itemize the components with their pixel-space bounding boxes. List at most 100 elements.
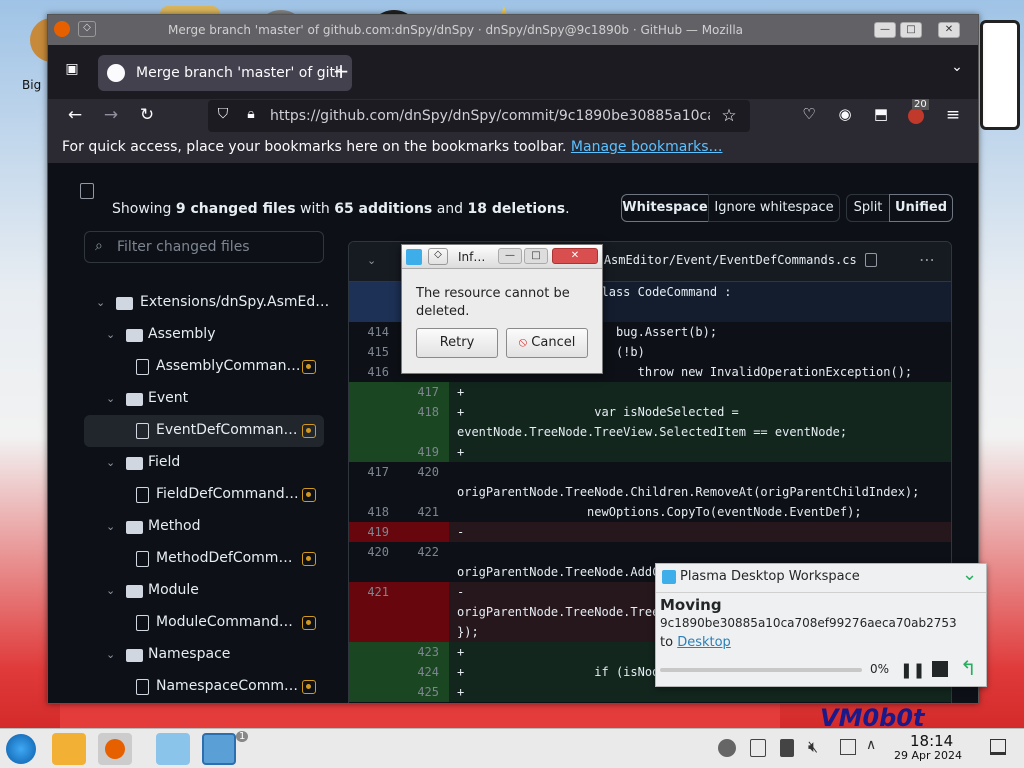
destination-link[interactable]: Desktop	[677, 635, 731, 650]
chevron-down-icon: ⌄	[106, 392, 116, 405]
tree-file[interactable]: MethodDefComm…	[84, 543, 324, 575]
tree-file[interactable]: FieldDefCommand…	[84, 479, 324, 511]
window-titlebar[interactable]: ◇ Merge branch 'master' of github.com:dn…	[48, 15, 978, 45]
notifications-icon[interactable]	[718, 739, 736, 757]
cancel-button[interactable]: ⦸ Cancel	[506, 328, 588, 358]
device-icon[interactable]	[780, 739, 794, 757]
more-options-icon[interactable]: ⋯	[919, 250, 935, 269]
folder-icon	[126, 585, 143, 598]
diff-line: 419-	[349, 522, 951, 542]
dialog-minimize-button[interactable]: —	[498, 248, 522, 264]
tree-folder[interactable]: ⌄ Event	[84, 383, 324, 415]
dialog-maximize-button[interactable]: □	[524, 248, 548, 264]
keep-above-icon[interactable]: ◇	[78, 21, 96, 37]
tree-file[interactable]: EventDefComman…	[84, 415, 324, 447]
new-tab-icon[interactable]: +	[328, 59, 354, 83]
extension-badge: 20	[912, 99, 929, 110]
tree-file[interactable]: ModuleCommand…	[84, 607, 324, 639]
pocket-icon[interactable]: ♡	[796, 105, 822, 123]
tray-expand-icon[interactable]: ∧	[866, 737, 876, 753]
file-tree-toggle-icon[interactable]	[80, 183, 94, 199]
start-menu-icon[interactable]	[6, 734, 36, 764]
clock-time[interactable]: 18:14	[910, 732, 953, 750]
stop-icon[interactable]	[932, 661, 948, 677]
split-view-button[interactable]: Split	[846, 194, 890, 222]
dialog-close-button[interactable]: ✕	[552, 248, 598, 264]
tab-github-commit[interactable]: Merge branch 'master' of github.com:dnSp…	[98, 55, 352, 91]
show-desktop-icon[interactable]	[990, 739, 1006, 755]
url-bar[interactable]: ⛉ 🔒︎ https://github.com/dnSpy/dnSpy/comm…	[208, 100, 750, 132]
file-icon	[136, 359, 149, 375]
keyboard-layout-icon[interactable]	[840, 739, 856, 755]
dialog-titlebar[interactable]: ◇ Inf… — □ ✕	[402, 245, 602, 269]
notification-app: Plasma Desktop Workspace	[680, 569, 860, 584]
extensions-icon[interactable]: ⬒	[868, 105, 894, 123]
progress-percent: 0%	[870, 662, 890, 676]
url-text[interactable]: https://github.com/dnSpy/dnSpy/commit/9c…	[270, 108, 710, 124]
plasma-icon	[662, 570, 676, 584]
diff-line: 419 +	[349, 442, 951, 462]
manage-bookmarks-link[interactable]: Manage bookmarks…	[571, 139, 723, 155]
pause-icon[interactable]: ❚❚	[900, 661, 925, 679]
tree-folder[interactable]: ⌄ Method	[84, 511, 324, 543]
ublock-icon[interactable]	[908, 108, 924, 124]
reload-icon[interactable]: ↻	[134, 105, 160, 125]
tree-folder[interactable]: ⌄ Namespace	[84, 639, 324, 671]
list-tabs-icon[interactable]: ⌄	[944, 59, 970, 75]
collapse-chevron-icon[interactable]: ⌄	[367, 254, 376, 267]
modified-file-icon	[302, 360, 316, 374]
taskbar-badge: 1	[236, 731, 249, 742]
tree-folder[interactable]: ⌄ Module	[84, 575, 324, 607]
retry-button[interactable]: Retry	[416, 328, 498, 358]
chevron-down-icon: ⌄	[106, 328, 116, 341]
search-icon: ⌕	[95, 238, 103, 254]
filter-placeholder: Filter changed files	[117, 239, 250, 255]
tree-folder[interactable]: ⌄ Field	[84, 447, 324, 479]
close-window-button[interactable]: ✕	[938, 22, 960, 38]
tree-file[interactable]: NamespaceComm…	[84, 671, 324, 703]
ignore-whitespace-button[interactable]: Ignore whitespace	[708, 194, 840, 222]
clipboard-icon[interactable]	[750, 739, 766, 757]
diff-summary: Showing 9 changed files with 65 addition…	[112, 201, 570, 217]
desktop-icon-label: Big	[22, 78, 42, 92]
system-settings-icon[interactable]	[156, 733, 190, 765]
file-manager-icon[interactable]	[52, 733, 86, 765]
forward-icon[interactable]: →	[98, 105, 124, 125]
bookmark-star-icon[interactable]: ☆	[716, 106, 742, 126]
menu-icon[interactable]: ≡	[940, 105, 966, 125]
tree-folder[interactable]: ⌄ Assembly	[84, 319, 324, 351]
volume-muted-icon[interactable]: 🔇︎	[808, 737, 818, 757]
filter-files-input[interactable]: ⌕ Filter changed files	[84, 231, 324, 263]
modified-file-icon	[302, 488, 316, 502]
account-icon[interactable]: ◉	[832, 105, 858, 123]
tree-root-folder[interactable]: ⌄ Extensions/dnSpy.AsmEd…	[84, 287, 329, 319]
file-icon	[136, 551, 149, 567]
collapse-notification-icon[interactable]: ⌄	[962, 564, 977, 585]
dialog-taskbar-icon[interactable]	[202, 733, 236, 765]
keep-above-icon[interactable]: ◇	[428, 248, 448, 265]
github-icon	[107, 64, 125, 82]
app-icon	[406, 249, 422, 265]
maximize-button[interactable]: □	[900, 22, 922, 38]
dialog-title: Inf…	[458, 250, 486, 264]
copy-icon[interactable]	[865, 253, 877, 267]
tree-file[interactable]: AssemblyComman…	[84, 351, 324, 383]
unified-view-button[interactable]: Unified	[889, 194, 953, 222]
modified-file-icon	[302, 424, 316, 438]
diff-line: 420 422	[367, 545, 439, 559]
folder-icon	[126, 649, 143, 662]
back-icon[interactable]: ←	[62, 105, 88, 125]
shield-icon[interactable]: ⛉	[210, 106, 236, 122]
clock-date[interactable]: 29 Apr 2024	[894, 749, 962, 762]
tab-overview-icon[interactable]: ▣	[59, 61, 85, 77]
cursor-icon: ↰	[960, 656, 977, 680]
notification-to: to	[660, 635, 678, 650]
navigation-toolbar: ← → ↻ ⛉ 🔒︎ https://github.com/dnSpy/dnSp…	[48, 99, 978, 133]
diff-line: origParentNode.TreeNode.Children.RemoveA…	[457, 485, 920, 499]
firefox-taskbar-icon[interactable]	[98, 733, 132, 765]
lock-icon[interactable]: 🔒︎	[238, 106, 264, 122]
file-icon	[136, 423, 149, 439]
minimize-button[interactable]: —	[874, 22, 896, 38]
chevron-down-icon: ⌄	[96, 296, 106, 309]
whitespace-button[interactable]: Whitespace	[621, 194, 709, 222]
